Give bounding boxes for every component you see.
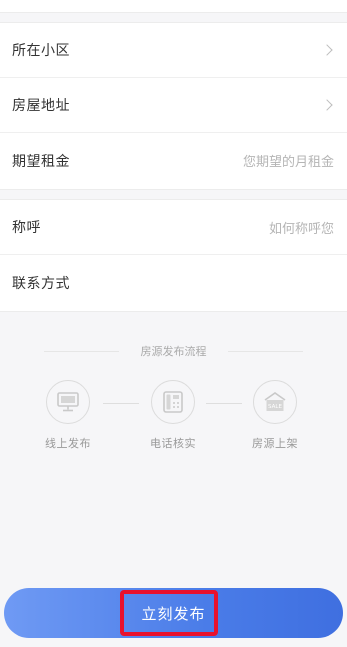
step-label: 线上发布 <box>45 437 91 450</box>
chevron-right-icon <box>321 44 333 56</box>
monitor-icon <box>57 392 79 412</box>
address-label: 房屋地址 <box>12 98 70 114</box>
rent-input[interactable]: 您期望的月租金 <box>243 151 334 170</box>
telephone-icon <box>163 391 183 413</box>
step-label: 房源上架 <box>252 437 298 450</box>
rent-row[interactable]: 期望租金 您期望的月租金 <box>0 133 347 188</box>
house-info-card: 所在小区 房屋地址 期望租金 您期望的月租金 <box>0 22 347 190</box>
contact-row[interactable]: 联系方式 <box>0 255 347 310</box>
process-steps: 线上发布 电话核实 SALE 房源上架 <box>0 380 347 470</box>
process-title: 房源发布流程 <box>134 343 213 359</box>
process-step-online: 线上发布 <box>28 380 108 451</box>
process-step-listed: SALE 房源上架 <box>235 380 315 451</box>
publish-house-page: 所在小区 房屋地址 期望租金 您期望的月租金 称呼 如何称呼您 联系方式 房源发… <box>0 0 347 647</box>
rent-label: 期望租金 <box>12 153 70 170</box>
process-step-phone: 电话核实 <box>133 380 213 451</box>
community-row[interactable]: 所在小区 <box>0 23 347 78</box>
top-section-remnant <box>0 0 347 13</box>
name-label: 称呼 <box>12 220 41 236</box>
name-input[interactable]: 如何称呼您 <box>269 218 334 237</box>
publish-button-label: 立刻发布 <box>141 604 206 623</box>
sale-icon-text: SALE <box>268 404 282 410</box>
publish-now-button[interactable]: 立刻发布 <box>4 588 343 638</box>
chevron-right-icon <box>321 99 333 111</box>
address-row[interactable]: 房屋地址 <box>0 78 347 133</box>
community-label: 所在小区 <box>12 43 70 59</box>
contact-info-card: 称呼 如何称呼您 联系方式 <box>0 199 347 312</box>
publish-process-section: 房源发布流程 线上发布 电话核实 SALE 房源上架 <box>0 340 347 450</box>
sale-house-icon: SALE <box>264 392 286 411</box>
step-label: 电话核实 <box>150 437 196 450</box>
contact-label: 联系方式 <box>12 275 70 292</box>
name-row[interactable]: 称呼 如何称呼您 <box>0 200 347 255</box>
